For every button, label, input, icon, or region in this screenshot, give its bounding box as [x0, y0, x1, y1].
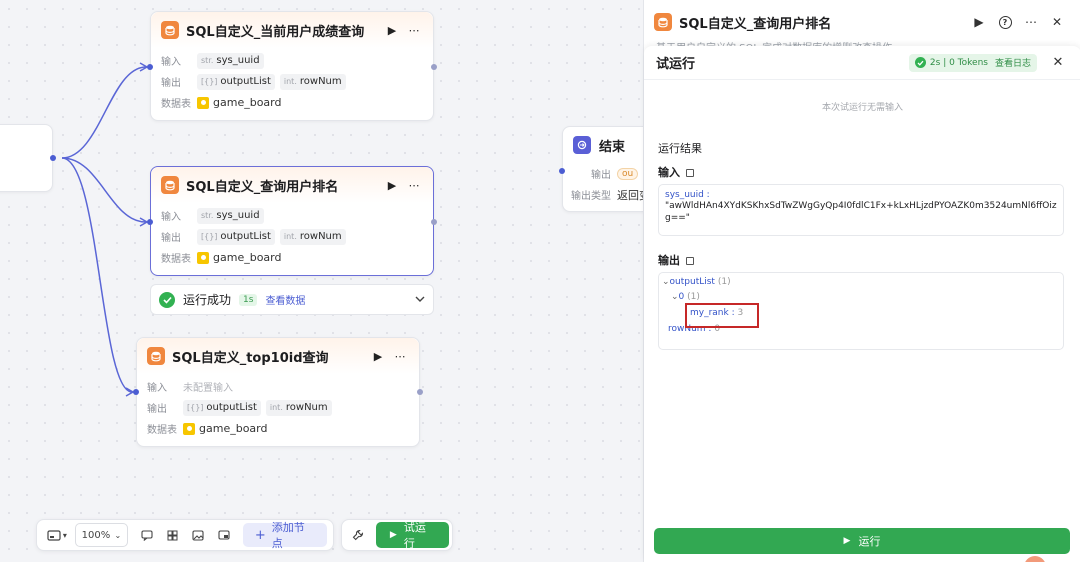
comment-icon[interactable] [134, 523, 160, 547]
end-type-label: 输出类型 [571, 191, 611, 202]
sql-node-user-score[interactable]: SQL自定义_当前用户成绩查询 ▶ ⋯ 输入 str. sys_uuid 输出 [… [150, 11, 434, 121]
table-name: game_board [213, 251, 282, 264]
input-label: 输入 [147, 383, 167, 394]
input-value: "awWldHAn4XYdKSKhxSdTwZWgGyQp4I0fdlC1Fx+… [665, 201, 1057, 223]
input-value-box: sys_uuid : "awWldHAn4XYdKSKhxSdTwZWgGyQp… [658, 184, 1064, 236]
output-tag-rownum: int. rowNum [279, 228, 346, 245]
database-icon [654, 13, 672, 31]
table-label: 数据表 [147, 425, 177, 436]
database-icon [147, 347, 165, 365]
node-detail-panel: SQL自定义_查询用户排名 ▶ ? ⋯ ✕ 基于用户自定义的 SQL 完成对数据… [643, 0, 1080, 562]
play-icon[interactable]: ▶ [369, 350, 387, 363]
output-tag-list: [{}] outputList [183, 399, 261, 416]
image-icon[interactable] [186, 523, 212, 547]
table-icon [197, 96, 209, 109]
wrench-icon[interactable] [345, 523, 372, 547]
input-tag: str. sys_uuid [197, 207, 264, 224]
node1-in-port[interactable] [147, 64, 153, 70]
output-tag-rownum: int. rowNum [265, 399, 332, 416]
end-output-label: 输出 [591, 170, 611, 181]
output-label: 输出 [161, 78, 181, 89]
output-tag-list: [{}] outputList [197, 73, 275, 90]
table-name: game_board [213, 96, 282, 109]
test-run-panel: 试运行 2s | 0 Tokens 查看日志 ✕ 本次试运行无需输入 运行结果 … [644, 46, 1080, 562]
highlight-box [685, 303, 759, 328]
sql-node-top10[interactable]: SQL自定义_top10id查询 ▶ ⋯ 输入 未配置输入 输出 [{}] out… [136, 337, 420, 447]
minimap-toggle[interactable]: ▾ [43, 523, 71, 547]
database-icon [161, 21, 179, 39]
run-success-bar[interactable]: 运行成功 1s 查看数据 [150, 284, 434, 315]
more-icon[interactable]: ⋯ [405, 24, 423, 37]
copy-icon[interactable] [686, 257, 694, 265]
close-icon[interactable]: ✕ [1044, 11, 1070, 33]
node-title: SQL自定义_查询用户排名 [186, 179, 339, 195]
run-stat-badge: 2s | 0 Tokens 查看日志 [908, 53, 1037, 72]
table-label: 数据表 [161, 254, 191, 265]
table-name: game_board [199, 422, 268, 435]
sql-node-user-rank[interactable]: SQL自定义_查询用户排名 ▶ ⋯ 输入 str. sys_uuid 输出 [{}… [150, 166, 434, 276]
add-node-button[interactable]: + 添加节点 [242, 521, 327, 550]
check-circle-icon [914, 57, 926, 68]
input-section: 输入 [658, 164, 694, 180]
node2-in-port[interactable] [147, 219, 153, 225]
play-icon[interactable]: ▶ [966, 11, 992, 33]
input-key: sys_uuid : [665, 190, 710, 200]
tree-root[interactable]: ⌄outputList (1) [662, 277, 731, 287]
zoom-select[interactable]: 100% ⌄ [74, 523, 129, 547]
start-node-out-port[interactable] [50, 155, 56, 161]
table-label: 数据表 [161, 99, 191, 110]
node2-out-port[interactable] [431, 219, 437, 225]
chevron-down-icon[interactable] [415, 294, 425, 305]
input-empty-text: 未配置输入 [183, 383, 233, 394]
help-icon[interactable]: ? [992, 11, 1018, 33]
close-icon[interactable]: ✕ [1045, 52, 1071, 74]
run-button[interactable]: ▶ 运行 [654, 528, 1070, 554]
node3-in-port[interactable] [133, 389, 139, 395]
input-tag: str. sys_uuid [197, 52, 264, 69]
node1-out-port[interactable] [431, 64, 437, 70]
more-icon[interactable]: ⋯ [1018, 11, 1044, 33]
view-log-link[interactable]: 查看日志 [995, 56, 1031, 69]
output-tag-rownum: int. rowNum [279, 73, 346, 90]
result-label: 运行结果 [658, 142, 702, 155]
input-label: 输入 [161, 57, 181, 68]
run-toolbar: ▶ 试运行 [341, 519, 453, 551]
fit-view-icon[interactable] [211, 523, 237, 547]
view-data-link[interactable]: 查看数据 [265, 292, 305, 307]
duration-badge: 1s [239, 293, 258, 306]
success-text: 运行成功 [183, 293, 232, 307]
no-input-text: 本次试运行无需输入 [821, 103, 903, 113]
panel-header: SQL自定义_查询用户排名 ▶ ? ⋯ ✕ 基于用户自定义的 SQL 完成对数据… [644, 0, 1080, 47]
play-icon[interactable]: ▶ [383, 179, 401, 192]
database-icon [161, 176, 179, 194]
start-node[interactable] [0, 124, 53, 192]
output-section: 输出 [658, 252, 694, 268]
output-label: 输出 [161, 233, 181, 244]
more-icon[interactable]: ⋯ [391, 350, 409, 363]
grid-icon[interactable] [160, 523, 186, 547]
end-in-port[interactable] [559, 168, 565, 174]
end-node-title: 结束 [599, 139, 626, 155]
table-icon [183, 422, 195, 435]
input-label: 输入 [161, 212, 181, 223]
output-label: 输出 [147, 404, 167, 415]
table-icon [197, 251, 209, 264]
more-icon[interactable]: ⋯ [405, 179, 423, 192]
node-title: SQL自定义_top10id查询 [172, 350, 329, 366]
node-title: SQL自定义_当前用户成绩查询 [186, 24, 365, 40]
copy-icon[interactable] [686, 169, 694, 177]
output-tree-box: ⌄outputList (1) ⌄0 (1) my_rank : 3 rowNu… [658, 272, 1064, 350]
node3-out-port[interactable] [417, 389, 423, 395]
end-output-chip: ou [617, 167, 639, 180]
end-icon [573, 136, 591, 154]
try-run-button[interactable]: ▶ 试运行 [375, 521, 449, 550]
test-run-title: 试运行 [656, 57, 696, 72]
check-circle-icon [159, 291, 175, 308]
output-tag-list: [{}] outputList [197, 228, 275, 245]
panel-title: SQL自定义_查询用户排名 [679, 16, 832, 32]
play-icon[interactable]: ▶ [383, 24, 401, 37]
tree-index-0[interactable]: ⌄0 (1) [671, 292, 700, 302]
test-run-header: 试运行 2s | 0 Tokens 查看日志 ✕ [644, 46, 1080, 80]
canvas-toolbar: ▾ 100% ⌄ + 添加节点 [36, 519, 334, 551]
